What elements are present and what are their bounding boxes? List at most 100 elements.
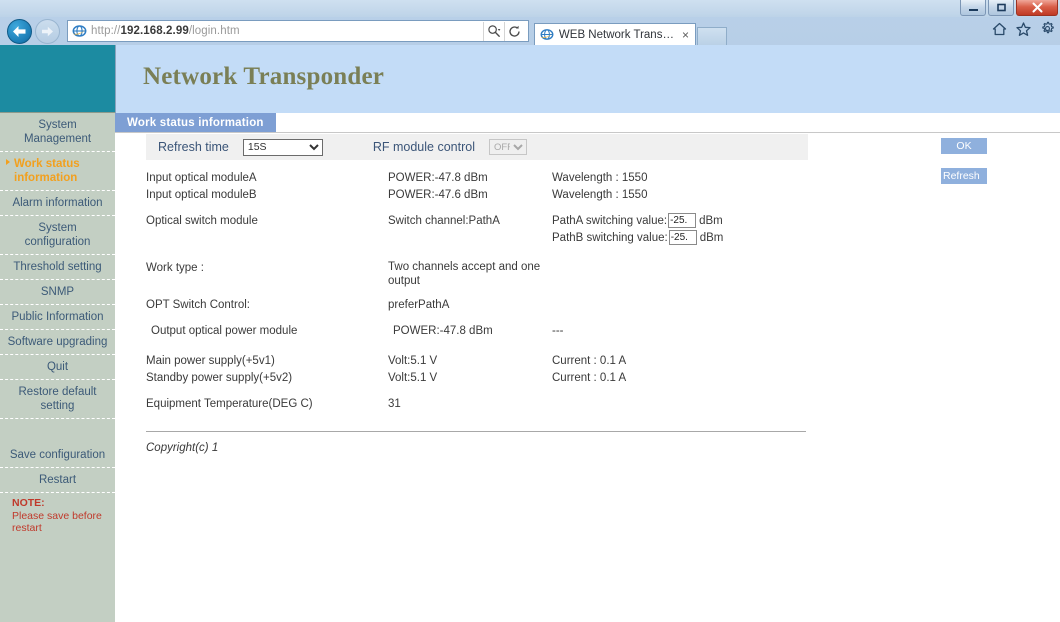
sidebar-item-label: Threshold setting [13,261,102,273]
input-module-a-name: Input optical moduleA [146,172,257,184]
sidebar-item-save-configuration[interactable]: Save configuration [0,443,115,468]
empty-cell [388,230,552,247]
favorites-star-icon[interactable] [1016,21,1031,36]
sidebar-item-software-upgrading[interactable]: Software upgrading [0,330,115,355]
browser-navbar: http://192.168.2.99/login.htm WEB Networ… [0,17,1060,45]
output-power-module-name: Output optical power module [151,325,298,337]
sidebar-item-quit[interactable]: Quit [0,355,115,380]
sidebar-item-system-management[interactable]: System Management [0,113,115,152]
empty-cell [552,396,808,413]
optical-switch-channel: Switch channel:PathA [388,215,500,227]
pathb-switching-unit: dBm [699,232,724,244]
patha-switching-unit: dBm [699,215,723,227]
sidebar-item-label: Software upgrading [7,336,108,348]
address-url-text: http://192.168.2.99/login.htm [91,25,240,37]
pathb-switching-label: PathB switching value: [552,232,668,244]
tab-work-status-information[interactable]: Work status information [115,113,276,132]
page-banner: Network Transponder [115,45,1060,113]
sidebar-note-text: Please save before restart [12,509,102,535]
table-row: Input optical moduleB POWER:-47.6 dBm Wa… [146,187,808,204]
sidebar-item-label: Restore default setting [18,386,97,412]
tab-favicon-icon [539,27,555,43]
pathb-switching-input[interactable] [668,230,697,246]
refresh-time-label: Refresh time [158,140,229,154]
row-spacer [146,340,808,353]
input-module-a-wavelength: Wavelength : 1550 [552,172,648,184]
table-row: Optical switch module Switch channel:Pat… [146,213,808,230]
sidebar-item-label: Restart [38,474,77,486]
ok-button[interactable]: OK [941,138,987,154]
patha-switching-value-cell: PathA switching value: dBm [552,213,808,230]
temperature-value: 31 [388,398,401,410]
sidebar-item-restore-default-setting[interactable]: Restore default setting [0,380,115,419]
main-power-name: Main power supply(+5v1) [146,355,275,367]
empty-cell [552,297,808,314]
sidebar-item-public-information[interactable]: Public Information [0,305,115,330]
window-controls [960,0,1058,16]
sidebar-item-label: Quit [46,361,69,373]
sidebar-item-label: SNMP [40,286,75,298]
address-bar-buttons [483,21,526,41]
chevron-right-icon [6,159,10,165]
close-button[interactable] [1016,0,1058,16]
reload-icon[interactable] [504,21,524,41]
refresh-time-select[interactable]: 15S [242,138,323,156]
sidebar-item-work-status-information[interactable]: Work status information [0,152,115,191]
standby-power-volt: Volt:5.1 V [388,372,438,384]
table-row: Work type : Two channels accept and one … [146,260,808,288]
home-icon[interactable] [992,22,1007,36]
address-bar[interactable]: http://192.168.2.99/login.htm [67,20,529,42]
new-tab-button[interactable] [697,27,727,45]
sidebar-item-snmp[interactable]: SNMP [0,280,115,305]
empty-cell [552,260,808,288]
patha-switching-input[interactable] [668,213,697,229]
main-power-volt: Volt:5.1 V [388,355,438,367]
opt-switch-control-value: preferPathA [388,299,450,311]
rf-module-label: RF module control [372,140,475,154]
sidebar-item-label: Public Information [11,311,104,323]
sidebar-note: NOTE: Please save before restart [0,493,115,539]
opt-switch-control-name: OPT Switch Control: [146,299,250,311]
search-icon[interactable] [483,21,503,41]
row-spacer [146,204,808,213]
sidebar-item-label: System configuration [24,222,91,248]
standby-power-current: Current : 0.1 A [552,372,627,384]
forward-button[interactable] [35,18,60,44]
rf-module-select[interactable]: OFF [488,139,527,155]
output-power-module-extra: --- [552,325,564,337]
sidebar-item-label: Work status information [14,158,80,184]
empty-cell [146,230,388,247]
table-row: Main power supply(+5v1) Volt:5.1 V Curre… [146,353,808,370]
sidebar-item-threshold-setting[interactable]: Threshold setting [0,255,115,280]
browser-tab[interactable]: WEB Network Transpon... × [534,23,696,45]
control-bar: Refresh time 15S RF module control OFF [146,134,808,160]
sidebar-item-system-configuration[interactable]: System configuration [0,216,115,255]
table-row: OPT Switch Control: preferPathA [146,297,808,314]
page-title: Network Transponder [143,63,385,90]
optical-switch-module-name: Optical switch module [146,215,258,227]
sidebar-item-label: Save configuration [9,449,106,461]
back-button[interactable] [7,18,32,44]
browser-favicon-icon [70,23,88,39]
input-module-a-power: POWER:-47.8 dBm [388,172,488,184]
sidebar-item-alarm-information[interactable]: Alarm information [0,191,115,216]
logo-block [0,45,115,113]
work-type-name: Work type : [146,262,204,274]
sidebar-item-label: System Management [23,119,92,145]
sidebar-item-restart[interactable]: Restart [0,468,115,493]
status-panel: Refresh time 15S RF module control OFF I… [146,134,808,454]
row-spacer [146,288,808,297]
divider [146,431,806,432]
settings-gear-icon[interactable] [1040,21,1055,36]
minimize-button[interactable] [960,0,986,16]
standby-power-name: Standby power supply(+5v2) [146,372,293,384]
tab-close-icon[interactable]: × [680,29,691,41]
content-tab-bar: Work status information [115,113,1060,133]
maximize-button[interactable] [988,0,1014,16]
sidebar-nav: System Management Work status informatio… [0,113,115,622]
browser-window: http://192.168.2.99/login.htm WEB Networ… [0,0,1060,622]
copyright-text: Copyright(c) 1 [146,442,219,454]
refresh-button[interactable]: Refresh [941,168,987,184]
page-viewport: Network Transponder System Management Wo… [0,45,1060,622]
